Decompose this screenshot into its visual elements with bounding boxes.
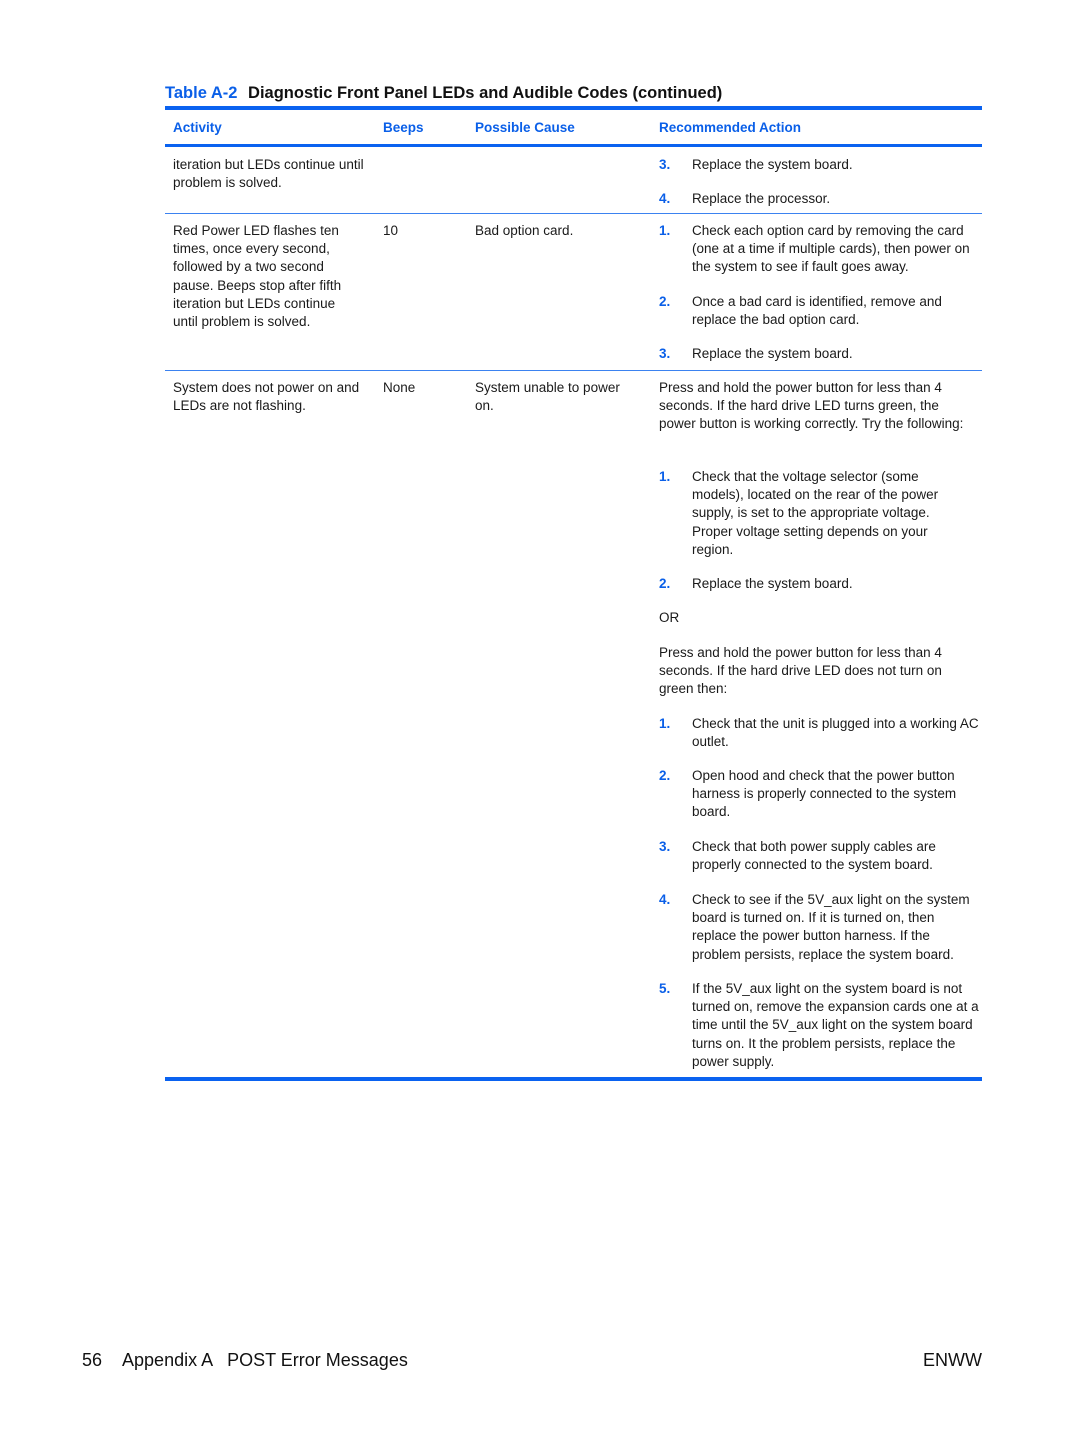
step-number: 1.	[659, 223, 671, 238]
action-intro-2: Press and hold the power button for less…	[659, 645, 942, 697]
action-step: 3. Replace the system board.	[659, 156, 981, 174]
step-number: 3.	[659, 346, 671, 361]
action-step: 1. Check that the voltage selector (some…	[659, 468, 981, 559]
step-number: 1.	[659, 469, 671, 484]
table-caption-title: Diagnostic Front Panel LEDs and Audible …	[248, 84, 723, 102]
table-caption-label: Table A-2	[165, 84, 238, 102]
beeps-cell: 10	[383, 223, 399, 238]
action-or: OR	[659, 610, 680, 625]
header-possible-cause: Possible Cause	[475, 120, 575, 135]
table-caption: Table A-2 Diagnostic Front Panel LEDs an…	[165, 84, 722, 103]
step-text: Check that both power supply cables are …	[692, 839, 936, 873]
cause-cell: Bad option card.	[475, 223, 574, 238]
step-number: 1.	[659, 716, 671, 731]
header-recommended-action: Recommended Action	[659, 120, 802, 135]
beeps-cell: None	[383, 380, 416, 395]
step-text: Check to see if the 5V_aux light on the …	[692, 892, 970, 962]
step-text: Check that the voltage selector (some mo…	[692, 469, 939, 557]
step-text: Replace the system board.	[692, 346, 853, 361]
row-divider	[165, 213, 982, 214]
step-text: Replace the system board.	[692, 157, 853, 172]
step-number: 2.	[659, 294, 671, 309]
table-bottom-rule	[165, 1077, 982, 1081]
step-number: 2.	[659, 576, 671, 591]
page-number: 56	[82, 1350, 103, 1370]
action-step: 5. If the 5V_aux light on the system boa…	[659, 980, 981, 1071]
activity-cell: iteration but LEDs continue until proble…	[173, 157, 364, 191]
step-number: 2.	[659, 768, 671, 783]
step-text: Check each option card by removing the c…	[692, 223, 970, 275]
header-bottom-rule	[165, 144, 982, 147]
action-step: 1. Check each option card by removing th…	[659, 222, 981, 277]
step-number: 4.	[659, 191, 671, 206]
footer-section: POST Error Messages	[227, 1350, 408, 1370]
step-text: Check that the unit is plugged into a wo…	[692, 716, 979, 750]
action-step: 2. Replace the system board.	[659, 575, 981, 593]
step-text: Open hood and check that the power butto…	[692, 768, 957, 820]
step-number: 5.	[659, 981, 671, 996]
header-activity: Activity	[173, 120, 222, 135]
footer-locale-code: ENWW	[923, 1350, 982, 1370]
step-text: Replace the system board.	[692, 576, 853, 591]
step-number: 3.	[659, 157, 671, 172]
action-step: 4. Replace the processor.	[659, 190, 981, 208]
step-text: If the 5V_aux light on the system board …	[692, 981, 979, 1069]
activity-cell: Red Power LED flashes ten times, once ev…	[173, 223, 342, 330]
action-step: 1. Check that the unit is plugged into a…	[659, 715, 981, 751]
action-step: 4. Check to see if the 5V_aux light on t…	[659, 891, 981, 964]
activity-cell: System does not power on and LEDs are no…	[173, 380, 360, 414]
step-text: Once a bad card is identified, remove an…	[692, 294, 942, 328]
action-step: 2. Once a bad card is identified, remove…	[659, 293, 981, 329]
action-step: 3. Replace the system board.	[659, 345, 981, 363]
step-text: Replace the processor.	[692, 191, 831, 206]
cause-cell: System unable to power on.	[475, 380, 620, 414]
footer-appendix: Appendix A	[122, 1350, 214, 1370]
table-top-rule	[165, 106, 982, 110]
action-intro: Press and hold the power button for less…	[659, 380, 964, 432]
header-beeps: Beeps	[383, 120, 424, 135]
row-divider	[165, 370, 982, 371]
page-footer-left: 56 Appendix A POST Error Messages	[82, 1350, 408, 1371]
action-step: 3. Check that both power supply cables a…	[659, 838, 981, 874]
step-number: 4.	[659, 892, 671, 907]
action-step: 2. Open hood and check that the power bu…	[659, 767, 981, 822]
step-number: 3.	[659, 839, 671, 854]
